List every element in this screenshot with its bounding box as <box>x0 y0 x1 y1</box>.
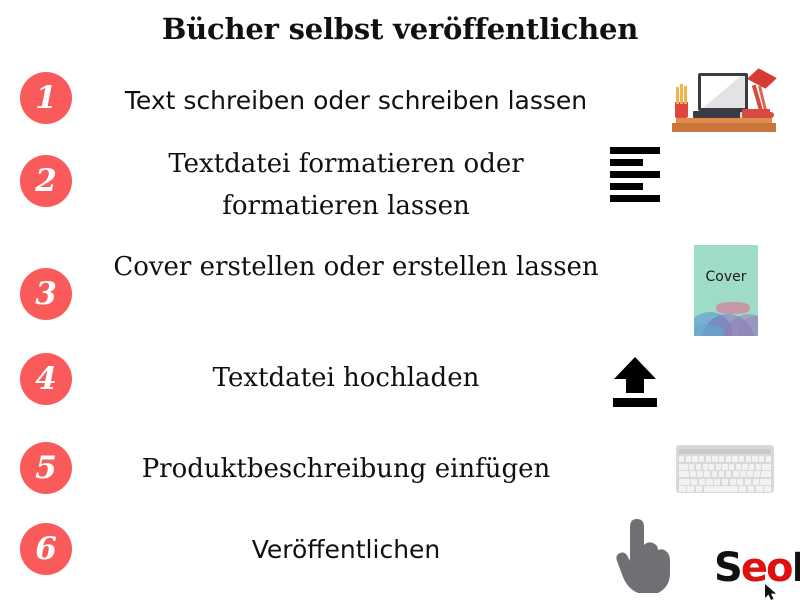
upload-arrow-icon <box>613 357 657 407</box>
step-number-badge-6: 6 <box>20 523 72 575</box>
step-row-5: 5 Produktbeschreibung einfügen <box>0 442 800 498</box>
pointing-hand-icon <box>612 515 676 597</box>
infographic-page: Bücher selbst veröffentlichen 1 Text sch… <box>0 0 800 600</box>
step-row-2: 2 Textdatei formatieren oder formatieren… <box>0 147 800 227</box>
step-label-1: Text schreiben oder schreiben lassen <box>124 86 588 115</box>
cover-caption: Cover <box>705 269 747 285</box>
step-label-4: Textdatei hochladen <box>212 363 480 393</box>
pencil-cup-icon <box>675 102 688 118</box>
page-title: Bücher selbst veröffentlichen <box>161 12 639 46</box>
keyboard-icon <box>676 445 774 493</box>
cursor-arrow-icon <box>764 568 778 600</box>
step-number-badge-2: 2 <box>20 155 72 207</box>
step-row-3: 3 Cover erstellen oder erstellen lassen … <box>0 245 800 340</box>
step-number-badge-5: 5 <box>20 442 72 494</box>
step-label-3: Cover erstellen oder erstellen lassen <box>113 252 599 282</box>
step-row-4: 4 Textdatei hochladen <box>0 353 800 409</box>
step-label-5: Produktbeschreibung einfügen <box>141 454 551 484</box>
step-number-badge-4: 4 <box>20 353 72 405</box>
step-label-2: Textdatei formatieren oder formatieren l… <box>168 149 524 221</box>
logo-part-k: K <box>791 545 800 591</box>
step-number-badge-3: 3 <box>20 268 72 320</box>
logo-part-s: S <box>714 545 743 591</box>
step-label-6: Veröffentlichen <box>251 535 441 564</box>
laptop-icon <box>698 73 748 111</box>
text-format-lines-icon <box>610 147 660 207</box>
desk-laptop-icon <box>672 60 782 135</box>
step-number-badge-1: 1 <box>20 72 72 124</box>
book-icon <box>742 109 770 118</box>
step-row-1: 1 Text schreiben oder schreiben lassen <box>0 72 800 132</box>
book-cover-icon: Cover <box>694 245 758 336</box>
step-row-6: 6 Veröffentlichen <box>0 519 800 593</box>
brand-logo: SeoK <box>714 545 800 600</box>
